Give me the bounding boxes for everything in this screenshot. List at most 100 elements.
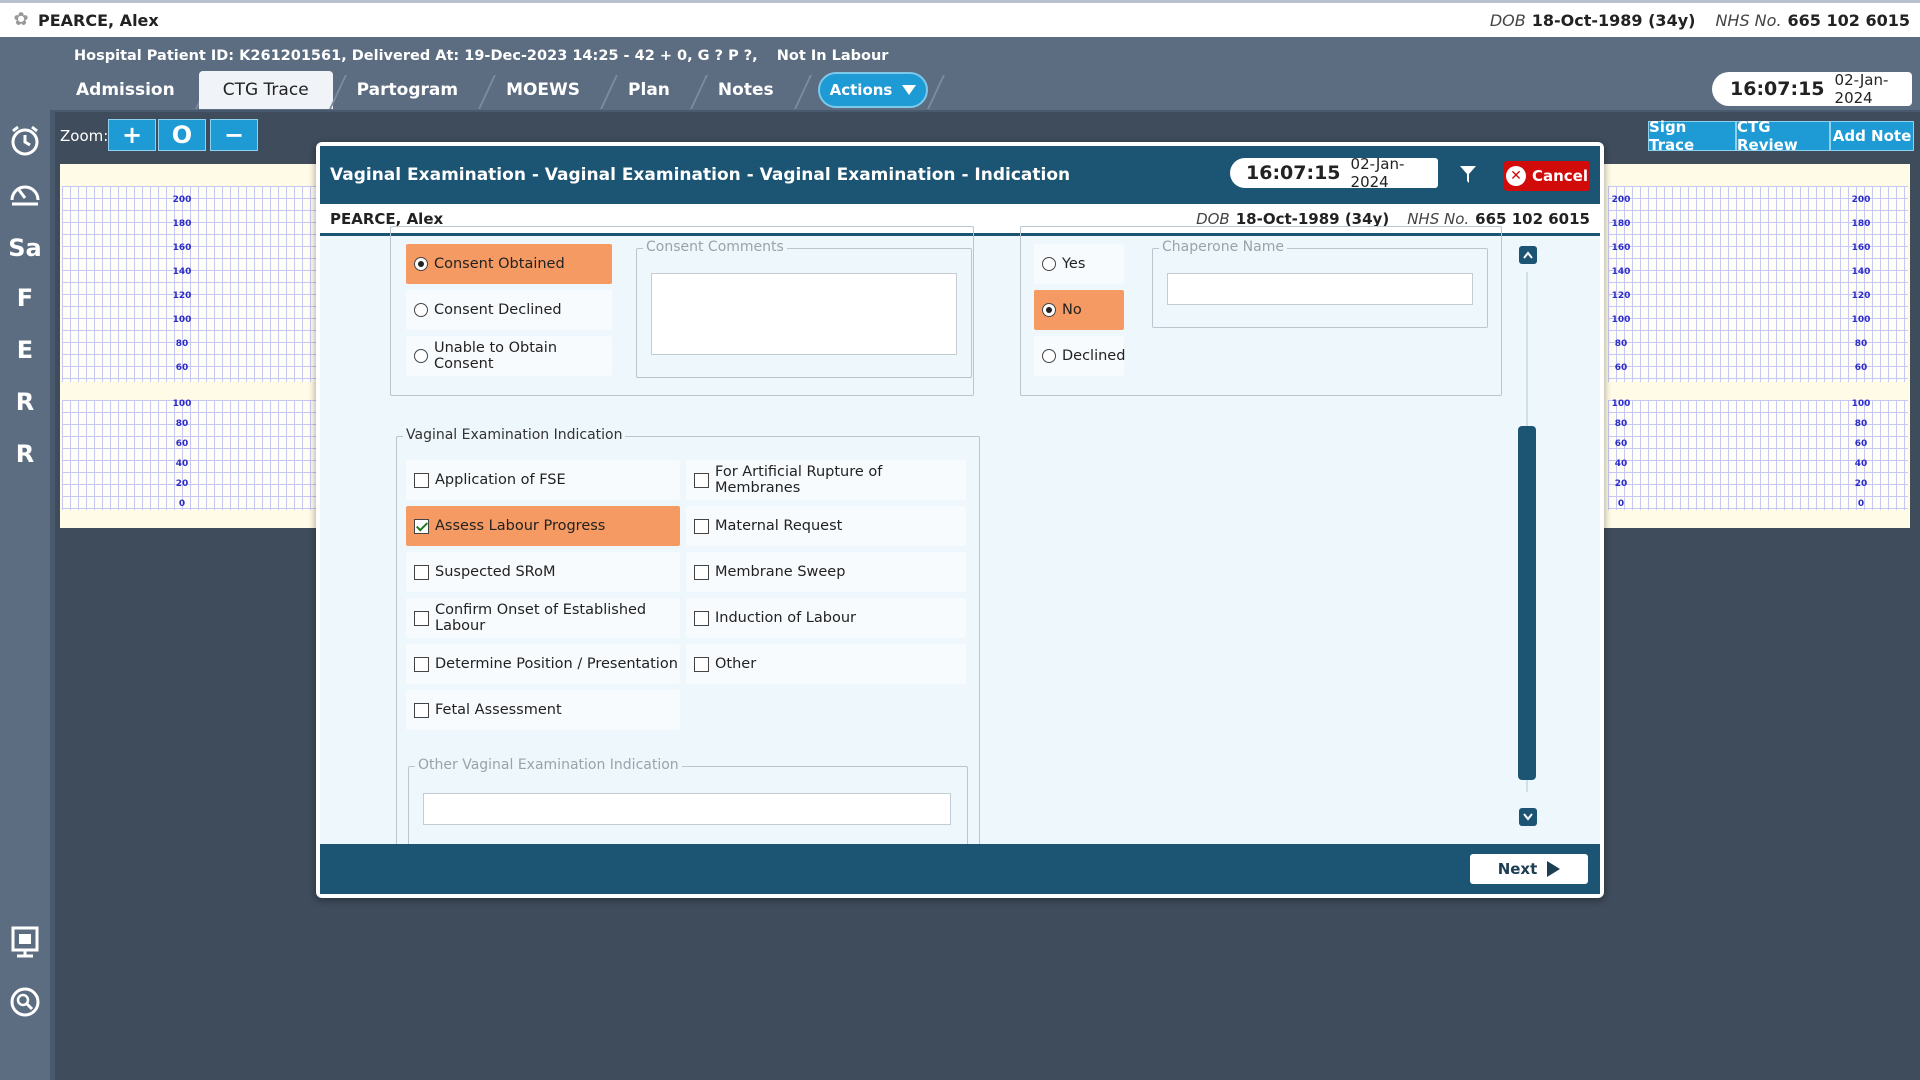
indication-induction-label: Induction of Labour [715,610,856,626]
indication-induction[interactable]: Induction of Labour [686,598,966,638]
fhr-tick-label: 120 [1611,291,1631,301]
hospital-info: Hospital Patient ID: K261201561, Deliver… [74,48,902,64]
chaperone-name-legend: Chaperone Name [1159,239,1287,255]
radio-unable-consent[interactable] [414,349,428,363]
radio-consent-obtained[interactable] [414,257,428,271]
indication-fse[interactable]: Application of FSE [406,460,680,500]
toco-tick-label: 100 [1851,399,1871,409]
toco-tick-label: 40 [1614,459,1628,469]
checkbox-induction[interactable] [694,610,709,626]
checkbox-labour-progress[interactable] [414,518,429,534]
unable-consent-option[interactable]: Unable to Obtain Consent [406,336,612,376]
sidebar-item-sa[interactable]: Sa [0,226,50,270]
toco-tick-label: 100 [172,399,192,409]
fhr-tick-label: 160 [1851,243,1871,253]
indication-fetal-assessment[interactable]: Fetal Assessment [406,690,680,730]
indication-maternal-request[interactable]: Maternal Request [686,506,966,546]
radio-chaperone-declined[interactable] [1042,349,1056,363]
zoom-in-button[interactable]: + [108,119,156,151]
main-tabs: Admission CTG Trace Partogram MOEWS Plan… [52,71,931,109]
dialog-time: 16:07:15 [1246,162,1341,184]
dialog-dob-value: 18-Oct-1989 (34y) [1235,209,1390,228]
zoom-out-button[interactable]: − [210,119,258,151]
radio-chaperone-yes[interactable] [1042,257,1056,271]
chaperone-yes-option[interactable]: Yes [1034,244,1124,284]
sidebar-item-r2[interactable]: R [0,432,50,476]
tab-moews[interactable]: MOEWS [482,71,604,109]
sidebar-item-r1[interactable]: R [0,380,50,424]
tab-notes[interactable]: Notes [694,71,798,109]
toco-tick-label: 80 [1614,419,1628,429]
cancel-button[interactable]: ✕ Cancel [1504,161,1590,191]
indication-membrane-sweep[interactable]: Membrane Sweep [686,552,966,592]
toco-tick-label: 0 [1617,499,1625,509]
fhr-tick-label: 60 [175,363,189,373]
checkbox-membrane-sweep[interactable] [694,564,709,580]
checkbox-fse[interactable] [414,472,429,488]
toco-tick-label: 20 [175,479,189,489]
checkbox-maternal-request[interactable] [694,518,709,534]
add-note-button[interactable]: Add Note [1830,121,1914,151]
radio-consent-declined[interactable] [414,303,428,317]
ctg-review-button[interactable]: CTG Review [1736,118,1830,154]
toco-tick-label: 40 [1854,459,1868,469]
nhs-label: NHS No. [1715,10,1782,30]
indication-srom[interactable]: Suspected SRoM [406,552,680,592]
indication-arm-label: For Artificial Rupture of Membranes [715,464,883,496]
fhr-tick-label: 180 [1611,219,1631,229]
consent-comments-legend: Consent Comments [643,239,787,255]
fhr-grid-left [62,186,322,382]
consent-declined-option[interactable]: Consent Declined [406,290,612,330]
dialog-header: Vaginal Examination - Vaginal Examinatio… [320,146,1600,204]
app-header: Hospital Patient ID: K261201561, Deliver… [0,37,1920,110]
tab-admission[interactable]: Admission [52,71,199,109]
checkbox-fetal-assessment[interactable] [414,702,429,718]
tab-ctg-trace[interactable]: CTG Trace [198,71,333,109]
other-indication-input[interactable] [423,793,951,825]
indication-labour-progress[interactable]: Assess Labour Progress [406,506,680,546]
chaperone-no-option[interactable]: No [1034,290,1124,330]
fhr-tick-label: 140 [1851,267,1871,277]
checkbox-position[interactable] [414,656,429,672]
search-icon[interactable] [0,980,50,1024]
filter-icon[interactable] [1460,166,1476,184]
sign-trace-button[interactable]: Sign Trace [1648,118,1736,154]
next-button[interactable]: Next [1470,854,1588,884]
consent-comments-input[interactable] [651,273,957,355]
fhr-tick-label: 200 [1611,195,1631,205]
chaperone-declined-option[interactable]: Declined [1034,336,1125,376]
dialog-scrollbar[interactable] [1516,246,1538,826]
indication-position[interactable]: Determine Position / Presentation [406,644,680,684]
checkbox-arm[interactable] [694,472,709,488]
tab-plan[interactable]: Plan [604,71,694,109]
actions-button[interactable]: Actions [818,72,928,108]
monitor-icon[interactable] [0,920,50,964]
radio-chaperone-no[interactable] [1042,303,1056,317]
scroll-thumb[interactable] [1518,426,1536,780]
checkbox-onset-labour[interactable] [414,610,429,626]
scroll-up-icon[interactable] [1519,246,1537,264]
alarm-clock-icon[interactable] [0,118,50,162]
zoom-reset-button[interactable]: O [158,119,206,151]
indication-legend: Vaginal Examination Indication [403,427,626,443]
indication-onset-labour[interactable]: Confirm Onset of Established Labour [406,598,680,638]
sidebar-item-e[interactable]: E [0,328,50,372]
checkbox-srom[interactable] [414,564,429,580]
fhr-tick-label: 100 [1851,315,1871,325]
patient-banner: ✿ PEARCE, Alex DOB 18-Oct-1989 (34y) NHS… [0,0,1920,37]
other-indication-group: Other Vaginal Examination Indication [408,757,968,856]
scroll-down-icon[interactable] [1519,808,1537,826]
checkbox-other[interactable] [694,656,709,672]
tab-partogram[interactable]: Partogram [333,71,482,109]
fhr-tick-label: 120 [1851,291,1871,301]
indication-other[interactable]: Other [686,644,966,684]
toco-tick-label: 0 [1857,499,1865,509]
dialog-datetime[interactable]: 16:07:15 02-Jan-2024 [1230,155,1438,191]
chaperone-name-input[interactable] [1167,273,1473,305]
indication-arm[interactable]: For Artificial Rupture of Membranes [686,460,966,500]
gauge-icon[interactable] [0,172,50,216]
sidebar-item-f[interactable]: F [0,276,50,320]
dialog-nhs-label: NHS No. [1407,209,1470,228]
cancel-label: Cancel [1531,167,1588,185]
consent-obtained-option[interactable]: Consent Obtained [406,244,612,284]
